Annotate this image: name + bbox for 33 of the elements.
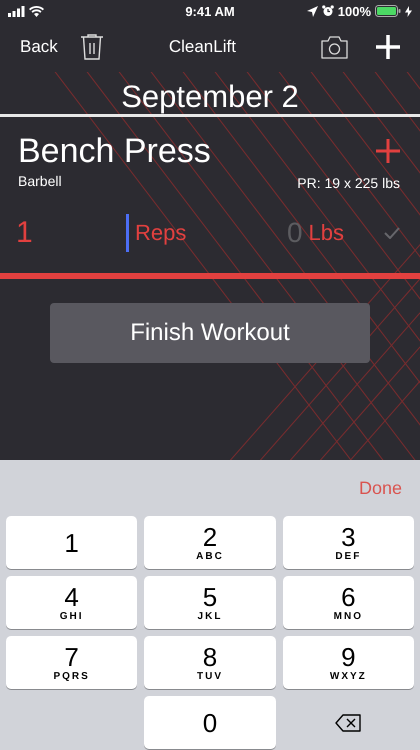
keypad-key[interactable]: 6 MNO bbox=[282, 576, 414, 629]
keypad-key[interactable]: 7 PQRS bbox=[6, 636, 138, 689]
battery-icon bbox=[375, 5, 401, 17]
weight-label: Lbs bbox=[308, 220, 344, 246]
personal-record: PR: 19 x 225 lbs bbox=[297, 175, 400, 191]
alarm-clock-icon bbox=[322, 5, 334, 17]
app-title: CleanLift bbox=[168, 37, 237, 57]
signal-icon bbox=[8, 6, 25, 16]
add-icon[interactable] bbox=[376, 35, 400, 59]
exercise-name: Bench Press bbox=[18, 131, 211, 171]
equipment-label: Barbell bbox=[18, 173, 62, 189]
trash-icon[interactable] bbox=[80, 34, 104, 60]
location-icon bbox=[306, 6, 318, 16]
keypad-key[interactable]: 4 GHI bbox=[6, 576, 138, 629]
status-time: 9:41 AM bbox=[185, 4, 235, 18]
backspace-icon[interactable] bbox=[335, 714, 362, 732]
keypad-key[interactable]: 5 JKL bbox=[144, 576, 276, 629]
back-button[interactable]: Back bbox=[20, 37, 58, 57]
charging-bolt-icon bbox=[405, 6, 412, 16]
wifi-icon bbox=[29, 6, 44, 16]
workout-date: September 2 bbox=[120, 78, 300, 114]
camera-icon[interactable] bbox=[321, 36, 348, 58]
keypad-key[interactable]: 0 bbox=[144, 696, 276, 749]
checkmark-icon[interactable] bbox=[384, 227, 400, 239]
keypad-key[interactable]: 9 WXYZ bbox=[282, 636, 414, 689]
keypad-key[interactable]: 8 TUV bbox=[144, 636, 276, 689]
keypad-key[interactable]: 3 DEF bbox=[282, 516, 414, 569]
finish-workout-button[interactable]: Finish Workout bbox=[50, 303, 370, 363]
keypad-key[interactable]: 1 bbox=[6, 516, 138, 569]
keypad-key[interactable]: 2 ABC bbox=[144, 516, 276, 569]
reps-label: Reps bbox=[135, 220, 186, 246]
battery-percent: 100% bbox=[338, 4, 371, 18]
add-set-icon[interactable] bbox=[376, 139, 400, 163]
